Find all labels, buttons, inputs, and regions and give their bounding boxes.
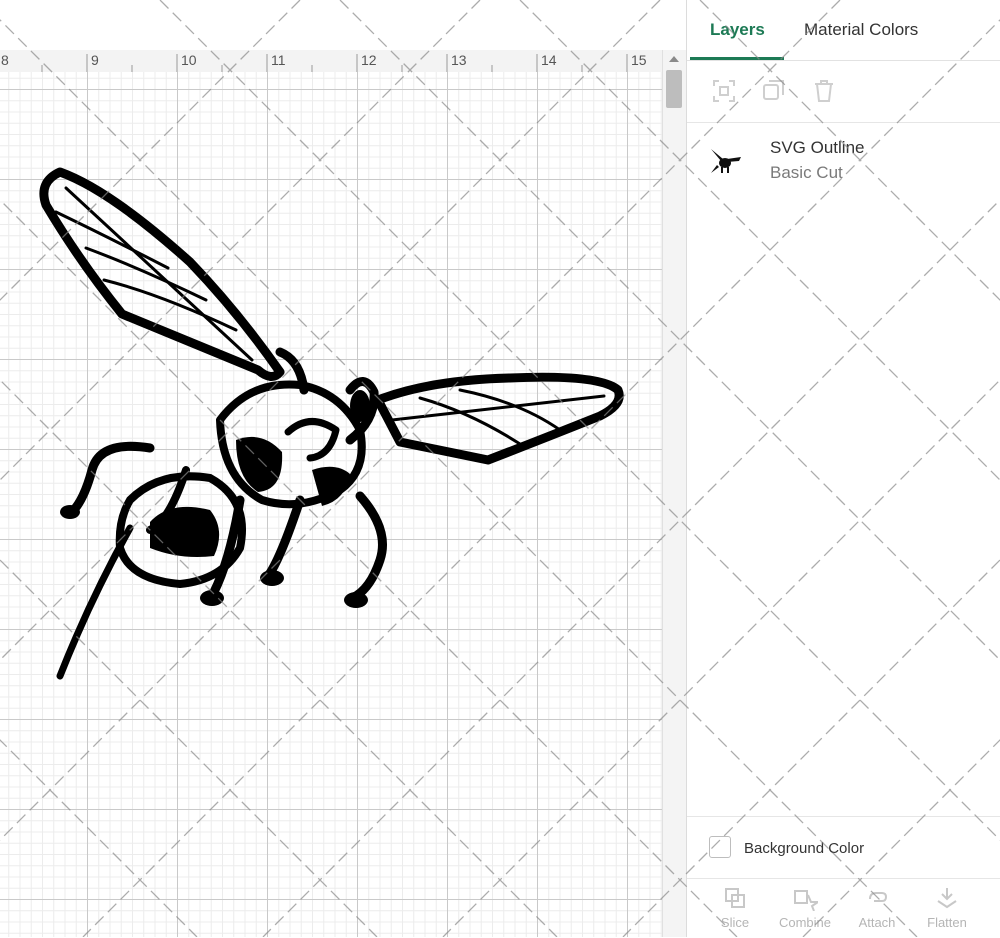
- ruler-label: 8: [1, 52, 9, 68]
- attach-button[interactable]: Attach: [847, 885, 907, 935]
- layers-panel: Layers Material Colors SVG Outline Basic…: [686, 0, 1000, 937]
- flatten-button[interactable]: Flatten: [917, 885, 977, 935]
- ruler-label: 9: [91, 52, 99, 68]
- background-color-label: Background Color: [744, 840, 865, 857]
- tab-layers[interactable]: Layers: [710, 20, 765, 40]
- duplicate-icon[interactable]: [761, 78, 787, 104]
- canvas-top-strip: [0, 0, 686, 50]
- combine-icon: [794, 890, 818, 911]
- delete-icon[interactable]: [811, 78, 837, 104]
- slice-button[interactable]: Slice: [705, 885, 765, 935]
- attach-icon: [869, 892, 888, 902]
- flatten-icon: [937, 888, 957, 909]
- layer-thumbnail-hornet-icon: [711, 149, 741, 173]
- hornet-artwork[interactable]: [0, 72, 662, 937]
- attach-label: Attach: [858, 915, 896, 930]
- flatten-label: Flatten: [927, 915, 967, 930]
- slice-icon: [725, 888, 745, 908]
- slice-label: Slice: [720, 915, 750, 930]
- layer-toolbar: [687, 60, 1000, 123]
- ruler-label: 10: [181, 52, 197, 68]
- panel-tabs: Layers Material Colors: [687, 0, 1000, 61]
- tab-material-colors[interactable]: Material Colors: [804, 20, 918, 40]
- ruler-label: 15: [631, 52, 647, 68]
- ruler-label: 14: [541, 52, 557, 68]
- layer-operation[interactable]: Basic Cut: [770, 163, 843, 183]
- scroll-thumb[interactable]: [666, 70, 682, 108]
- canvas-vertical-scrollbar[interactable]: [662, 50, 687, 937]
- ruler-ticks: [41, 54, 628, 72]
- design-canvas[interactable]: [0, 72, 662, 937]
- background-color-checkbox[interactable]: [709, 836, 731, 858]
- scroll-up-arrow-icon[interactable]: [669, 56, 679, 62]
- layer-name: SVG Outline: [770, 138, 865, 157]
- group-icon[interactable]: [711, 78, 737, 104]
- ruler-label: 12: [361, 52, 377, 68]
- ruler-label: 11: [271, 52, 286, 68]
- combine-label: Combine: [778, 915, 832, 930]
- ruler-label: 13: [451, 52, 467, 68]
- horizontal-ruler: 8 9 10 11 12 13 14 15: [0, 50, 662, 73]
- combine-button[interactable]: Combine: [775, 885, 835, 935]
